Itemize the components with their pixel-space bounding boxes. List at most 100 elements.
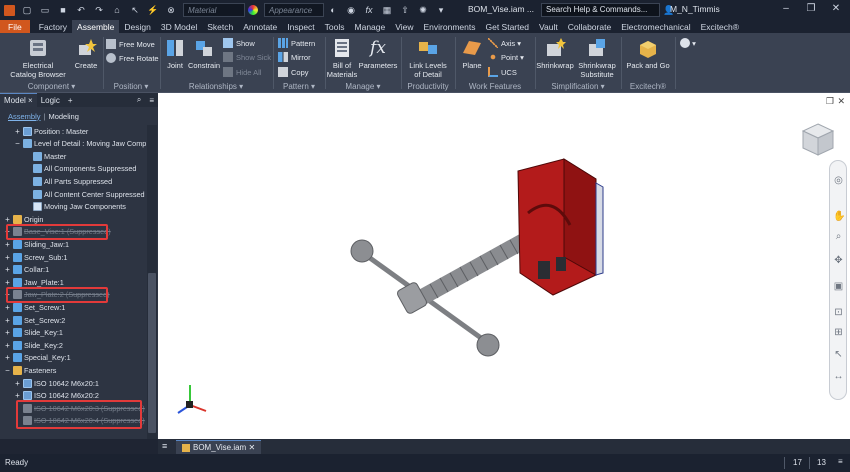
select-icon[interactable]: ↖ (129, 4, 141, 16)
show-button[interactable]: Show (223, 37, 255, 49)
tree-node[interactable]: Master (24, 150, 66, 162)
tab-sketch[interactable]: Sketch (202, 20, 238, 33)
new-file-icon[interactable]: ▢ (21, 4, 33, 16)
constrain-button[interactable]: Constrain (187, 37, 221, 70)
adjust-icon[interactable]: ◉ (345, 4, 357, 16)
tab-collaborate[interactable]: Collaborate (563, 20, 616, 33)
steering-wheel-icon[interactable]: ◎ (833, 175, 844, 186)
shared-views-icon[interactable]: ⇧ (399, 4, 411, 16)
shrinkwrap-button[interactable]: Shrinkwrap (536, 37, 574, 70)
tree-node[interactable]: + Slide_Key:2 (4, 339, 63, 351)
tree-node[interactable]: All Components Suppressed (24, 163, 136, 175)
zoom-selected-icon[interactable]: ⊞ (833, 327, 844, 338)
zoom-icon[interactable]: ⌕ (833, 231, 844, 242)
tree-node[interactable]: All Content Center Suppressed (24, 188, 145, 200)
pan-icon[interactable]: ✋ (833, 211, 845, 222)
component-panel-title[interactable]: Component ▾ (0, 82, 103, 91)
clear-appearance-icon[interactable]: ◐ (327, 4, 339, 16)
electrical-catalog-button[interactable]: Electrical Catalog Browser (8, 37, 68, 79)
restore-window-icon[interactable]: ❐ (826, 96, 834, 107)
save-icon[interactable]: ■ (57, 4, 69, 16)
tree-node[interactable]: + Set_Screw:1 (4, 301, 65, 313)
tab-tools[interactable]: Tools (320, 20, 350, 33)
tree-node[interactable]: + Position : Master (14, 125, 88, 137)
relationships-panel-title[interactable]: Relationships ▾ (161, 82, 271, 91)
tab-environments[interactable]: Environments (419, 20, 481, 33)
expand-icon[interactable]: + (4, 303, 11, 312)
tab-logic[interactable]: Logic (37, 93, 64, 107)
document-menu-icon[interactable]: ≡ (162, 441, 167, 451)
previous-view-icon[interactable]: ↔ (833, 371, 844, 382)
expand-icon[interactable]: + (4, 278, 11, 287)
tree-node[interactable]: + Slide_Key:1 (4, 327, 63, 339)
axis-button[interactable]: Axis ▾ (488, 37, 521, 49)
expand-icon[interactable]: + (4, 353, 11, 362)
assembly-view-tab[interactable]: Assembly (8, 112, 41, 121)
tree-node[interactable]: − Fasteners (4, 364, 56, 376)
tree-node[interactable]: − Level of Detail : Moving Jaw Compor (14, 138, 146, 150)
minimize-icon[interactable]: – (780, 3, 792, 15)
mirror-button[interactable]: Mirror (278, 51, 311, 63)
tab-excitech[interactable]: Excitech® (696, 20, 744, 33)
menu-icon[interactable]: ≡ (145, 93, 158, 107)
graphics-viewport[interactable]: ❐ ✕ (158, 93, 850, 439)
position-panel-title[interactable]: Position ▾ (104, 82, 158, 91)
ucs-button[interactable]: UCS (488, 66, 517, 78)
collapse-icon[interactable]: − (14, 139, 21, 148)
expand-icon[interactable]: + (4, 240, 11, 249)
tab-design[interactable]: Design (119, 20, 155, 33)
simplification-panel-title[interactable]: Simplification ▾ (536, 82, 620, 91)
tree-node[interactable]: + Special_Key:1 (4, 352, 71, 364)
vise-assembly-model[interactable] (338, 153, 618, 368)
tab-vault[interactable]: Vault (534, 20, 563, 33)
tab-annotate[interactable]: Annotate (238, 20, 282, 33)
manage-panel-title[interactable]: Manage ▾ (326, 82, 400, 91)
pattern-button[interactable]: Pattern (278, 37, 315, 49)
status-menu-icon[interactable]: ≡ (838, 457, 843, 466)
expand-icon[interactable]: + (14, 379, 21, 388)
expand-icon[interactable]: + (4, 253, 11, 262)
tab-file[interactable]: File (0, 20, 30, 33)
app-logo-icon[interactable] (4, 4, 15, 16)
collapse-icon[interactable]: − (4, 366, 11, 375)
tree-node[interactable]: + Screw_Sub:1 (4, 251, 67, 263)
tree-node[interactable]: All Parts Suppressed (24, 175, 112, 187)
user-name[interactable]: M_N_Timmis (670, 4, 720, 14)
browser-scroll-thumb[interactable] (148, 273, 156, 433)
tab-get-started[interactable]: Get Started (480, 20, 533, 33)
view-face-icon[interactable]: ▣ (833, 281, 844, 292)
close-icon[interactable]: × (28, 96, 33, 105)
undo-icon[interactable]: ↶ (75, 4, 87, 16)
material-field[interactable]: Material (183, 3, 245, 17)
tree-node[interactable]: + Collar:1 (4, 264, 49, 276)
close-tab-icon[interactable]: ✕ (248, 443, 255, 452)
pattern-panel-title[interactable]: Pattern ▾ (274, 82, 324, 91)
ribbon-options-button[interactable]: ▾ (680, 37, 696, 49)
home-icon[interactable]: ⌂ (111, 4, 123, 16)
document-tab[interactable]: BOM_Vise.iam ✕ (176, 440, 262, 454)
zoom-window-icon[interactable]: ⊡ (833, 307, 844, 318)
tree-node[interactable]: + Set_Screw:2 (4, 314, 65, 326)
tab-factory[interactable]: Factory (34, 20, 72, 33)
shrinkwrap-substitute-button[interactable]: Shrinkwrap Substitute (574, 37, 620, 79)
viewcube-icon[interactable] (800, 120, 836, 158)
help-search-input[interactable]: Search Help & Commands... (541, 3, 660, 17)
appearance-field[interactable]: Appearance (264, 3, 324, 17)
restore-icon[interactable]: ❐ (805, 3, 817, 15)
expand-icon[interactable]: + (4, 341, 11, 350)
copy-button[interactable]: Copy (278, 66, 309, 78)
tree-node[interactable]: + ISO 10642 M6x20:1 (14, 377, 99, 389)
tab-view[interactable]: View (390, 20, 418, 33)
plane-button[interactable]: Plane (458, 37, 486, 70)
tree-node[interactable]: + Sliding_Jaw:1 (4, 238, 69, 250)
point-button[interactable]: Point ▾ (488, 51, 524, 63)
search-icon[interactable]: ⌕ (133, 93, 145, 107)
close-icon[interactable]: ✕ (830, 3, 842, 15)
cancel-icon[interactable]: ⊗ (165, 4, 177, 16)
bill-of-materials-button[interactable]: Bill of Materials (326, 37, 358, 79)
close-viewport-icon[interactable]: ✕ (837, 96, 845, 107)
create-button[interactable]: Create (72, 37, 100, 70)
expand-icon[interactable]: + (14, 391, 21, 400)
customize-icon[interactable]: ▾ (435, 4, 447, 16)
tab-inspect[interactable]: Inspect (282, 20, 319, 33)
